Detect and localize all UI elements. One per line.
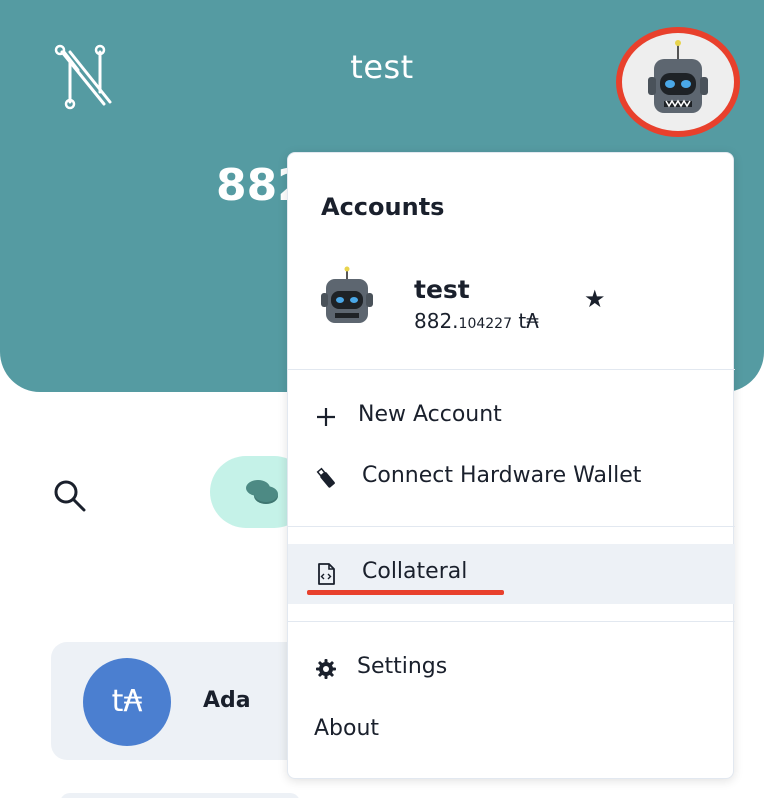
balance-integer: 882. <box>414 309 459 333</box>
menu-account-row[interactable]: test 882.104227 t₳ ★ <box>288 263 735 353</box>
highlight-underline <box>307 590 504 595</box>
search-icon[interactable] <box>52 478 88 514</box>
avatar-button[interactable] <box>616 27 740 137</box>
menu-item-label: Collateral <box>362 559 468 584</box>
menu-account-balance: 882.104227 t₳ <box>414 309 539 333</box>
menu-item-settings[interactable]: Settings <box>288 639 735 699</box>
robot-avatar-icon <box>321 266 373 323</box>
gear-icon <box>316 659 336 679</box>
menu-divider <box>288 621 735 622</box>
menu-item-new-account[interactable]: New Account <box>288 387 735 447</box>
usb-icon <box>316 467 335 488</box>
menu-item-hardware-wallet[interactable]: Connect Hardware Wallet <box>288 448 735 508</box>
star-icon[interactable]: ★ <box>584 285 606 313</box>
plus-icon <box>317 408 335 426</box>
menu-item-label: About <box>314 716 380 741</box>
ada-token-icon: t₳ <box>83 658 171 746</box>
robot-avatar-icon <box>648 40 708 113</box>
menu-divider <box>288 526 735 527</box>
coins-icon <box>246 480 278 504</box>
menu-item-label: Connect Hardware Wallet <box>362 463 642 488</box>
file-code-icon <box>318 563 335 585</box>
asset-name: Ada <box>203 688 251 713</box>
menu-item-collateral[interactable]: Collateral <box>288 544 735 604</box>
menu-divider <box>288 369 735 370</box>
balance-decimals: 104227 <box>458 316 512 332</box>
asset-card-ada[interactable]: t₳ Ada <box>51 642 311 760</box>
menu-item-label: New Account <box>358 402 502 427</box>
menu-item-label: Settings <box>357 654 448 679</box>
account-menu: Accounts test 882.104227 t₳ ★ New Accoun… <box>287 152 735 779</box>
balance-unit: t₳ <box>518 309 539 333</box>
menu-heading: Accounts <box>321 193 445 221</box>
asset-card-next[interactable] <box>60 793 300 798</box>
menu-item-about[interactable]: About <box>288 701 735 761</box>
menu-account-name: test <box>414 275 470 304</box>
